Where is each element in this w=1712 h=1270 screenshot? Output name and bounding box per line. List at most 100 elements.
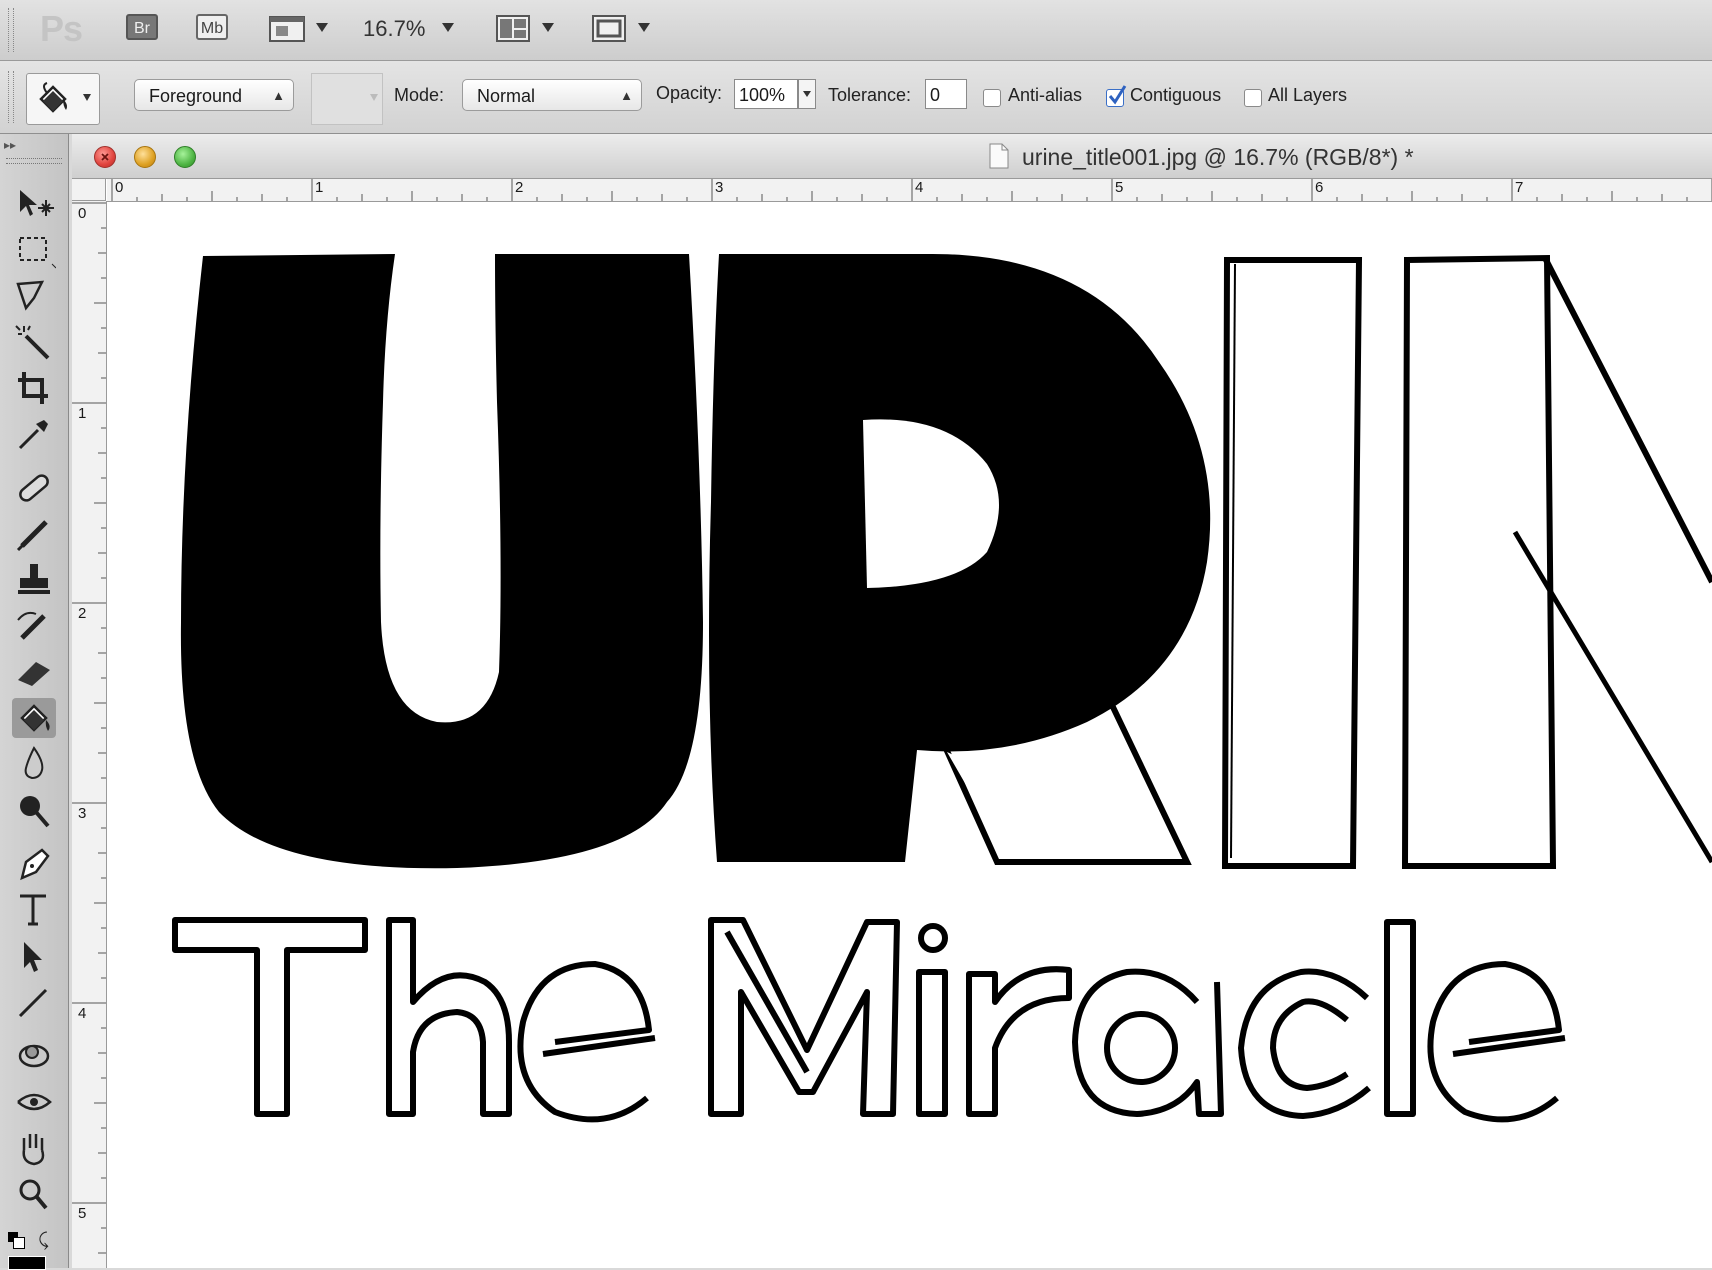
eraser-icon (18, 662, 50, 686)
anti-alias-checkbox[interactable] (983, 89, 1001, 107)
3d-orbit-tool[interactable] (12, 1082, 56, 1122)
document-title: urine_title001.jpg @ 16.7% (RGB/8*) * (1022, 144, 1414, 170)
zoom-level-dropdown[interactable]: 16.7% (360, 8, 460, 52)
image-canvas[interactable] (107, 202, 1712, 1268)
anti-alias-label: Anti-alias (1008, 85, 1083, 105)
tool-options-bar: Foreground ▲ Mode: Normal ▲ Opacity: 100… (0, 61, 1712, 134)
stepper-arrows-icon: ▲ (272, 88, 285, 103)
panel-grip[interactable] (6, 158, 62, 164)
horizontal-ruler-ticks (111, 179, 1712, 201)
blur-tool[interactable] (12, 744, 56, 784)
bridge-button[interactable]: Br (126, 14, 158, 40)
panel-grip[interactable] (8, 8, 14, 52)
type-tool[interactable] (12, 890, 56, 930)
horizontal-ruler[interactable]: 0 1 2 3 4 5 6 7 (107, 179, 1712, 202)
type-t-icon (20, 894, 46, 926)
ruler-label: 2 (78, 605, 87, 622)
ruler-label: 6 (1315, 179, 1324, 196)
ruler-label: 0 (115, 179, 124, 196)
ruler-label: 4 (78, 1005, 87, 1022)
fill-source-value: Foreground (149, 86, 243, 106)
3d-rotate-tool[interactable] (12, 1036, 56, 1076)
line-tool[interactable] (12, 982, 56, 1022)
all-layers-label: All Layers (1268, 85, 1348, 105)
3d-orbit-icon (17, 1093, 52, 1111)
zoom-tool[interactable] (12, 1174, 56, 1214)
all-layers-checkbox[interactable] (1244, 89, 1262, 107)
pattern-picker[interactable] (311, 73, 383, 125)
pen-tool[interactable] (12, 844, 56, 884)
ruler-origin[interactable] (72, 179, 106, 201)
eraser-tool[interactable] (12, 652, 56, 692)
bandage-icon (19, 474, 49, 502)
dodge-tool[interactable] (12, 790, 56, 830)
chevron-down-icon (542, 23, 554, 32)
chevron-down-icon (316, 23, 328, 32)
brush-tool[interactable] (12, 514, 56, 554)
eyedropper-tool[interactable] (12, 414, 56, 454)
dodge-icon (20, 796, 50, 828)
fill-source-select[interactable]: Foreground ▲ (134, 79, 294, 111)
canvas-artwork (172, 253, 1712, 1123)
ruler-label: 4 (915, 179, 924, 196)
healing-brush-tool[interactable] (12, 468, 56, 508)
opacity-label: Opacity: (656, 83, 723, 103)
collapse-panel-icon[interactable]: ▸▸ (4, 138, 16, 152)
blend-mode-select[interactable]: Normal ▲ (462, 79, 642, 111)
path-selection-tool[interactable] (12, 936, 56, 976)
blend-mode-value: Normal (477, 86, 536, 106)
close-icon (101, 153, 109, 161)
ruler-label: 3 (78, 805, 87, 822)
vertical-ruler-ticks (72, 202, 106, 1254)
swap-colors-icon[interactable]: ⤹ (38, 1230, 49, 1251)
subtitle-lettering-the-miracle (172, 917, 1566, 1123)
paint-bucket-icon (39, 82, 67, 113)
ruler-label: 0 (78, 205, 87, 222)
clone-stamp-tool[interactable] (12, 560, 56, 600)
crop-tool[interactable] (12, 368, 56, 408)
3d-rotate-icon (18, 1044, 50, 1068)
document-title-bar[interactable]: urine_title001.jpg @ 16.7% (RGB/8*) * (72, 134, 1712, 179)
screen-mode-button[interactable] (588, 12, 654, 48)
magic-wand-tool[interactable] (12, 322, 56, 362)
tolerance-input[interactable]: 0 (925, 79, 967, 109)
tool-preset-picker[interactable] (26, 73, 100, 125)
magnifier-icon (19, 1179, 48, 1210)
close-button[interactable] (94, 146, 116, 168)
opacity-input[interactable]: 100% (734, 79, 798, 109)
minibridge-button[interactable]: Mb (196, 14, 228, 40)
ruler-label: 5 (78, 1205, 87, 1222)
chevron-down-icon (803, 91, 811, 97)
ruler-label: 2 (515, 179, 524, 196)
contiguous-checkbox[interactable] (1106, 85, 1127, 107)
path-selection-arrow-icon (24, 942, 42, 972)
view-extras-button[interactable] (266, 12, 332, 48)
panel-grip[interactable] (8, 71, 14, 123)
opacity-slider-button[interactable] (798, 79, 816, 109)
tolerance-label: Tolerance: (828, 85, 912, 105)
zoom-window-button[interactable] (174, 146, 196, 168)
blur-drop-icon (24, 746, 44, 780)
arrange-documents-button[interactable] (492, 12, 558, 48)
paint-bucket-tool[interactable] (12, 698, 56, 738)
checkmark-icon (1108, 85, 1127, 105)
mode-label: Mode: (394, 85, 445, 105)
move-tool[interactable] (12, 184, 56, 224)
line-icon (18, 988, 48, 1018)
brush-icon (16, 520, 48, 552)
minimize-button[interactable] (134, 146, 156, 168)
ruler-label: 5 (1115, 179, 1124, 196)
chevron-down-icon (83, 94, 91, 101)
default-colors-icon[interactable] (8, 1232, 26, 1250)
history-brush-tool[interactable] (12, 606, 56, 646)
chevron-down-icon (442, 23, 454, 32)
screen-mode-icon (592, 15, 626, 42)
marquee-tool[interactable] (12, 230, 57, 270)
hand-icon (22, 1134, 45, 1166)
application-bar: Ps Br Mb 16.7% (0, 0, 1712, 61)
chevron-down-icon (370, 94, 378, 101)
vertical-ruler[interactable]: 0 1 2 3 4 5 (72, 201, 107, 1268)
paint-bucket-icon (20, 704, 50, 732)
hand-tool[interactable] (12, 1128, 56, 1168)
lasso-tool[interactable] (12, 276, 56, 316)
